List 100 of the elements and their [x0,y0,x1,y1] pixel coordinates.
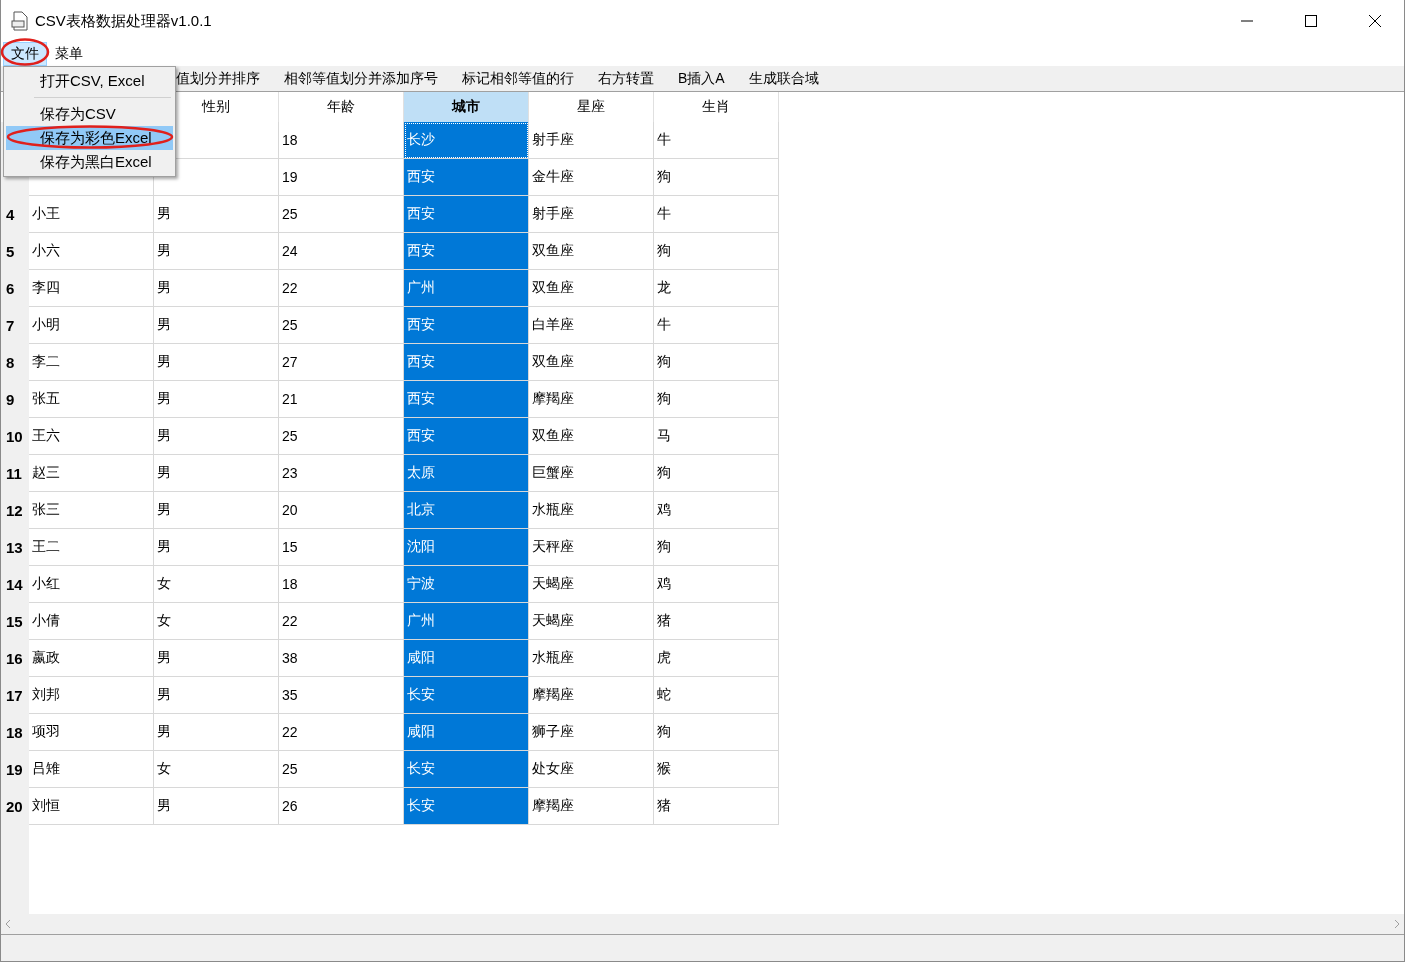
table-cell: 26 [279,788,404,825]
row-number[interactable]: 7 [1,307,29,344]
toolbar-item[interactable]: 右方转置 [598,70,654,88]
table-cell: 猴 [654,751,779,788]
row-number[interactable]: 15 [1,603,29,640]
toolbar-item[interactable]: B插入A [678,70,725,88]
row-number[interactable]: 14 [1,566,29,603]
table-cell: 女 [154,603,279,640]
row-number[interactable]: 9 [1,381,29,418]
table-cell: 沈阳 [404,529,529,566]
maximize-icon[interactable] [1305,15,1317,27]
document-icon [11,11,29,31]
table-cell: 鸡 [654,492,779,529]
table-cell: 天蝎座 [529,603,654,640]
table-cell: 男 [154,714,279,751]
table-cell: 25 [279,307,404,344]
table-cell: 北京 [404,492,529,529]
row-number[interactable]: 6 [1,270,29,307]
close-icon[interactable] [1369,15,1381,27]
toolbar-item[interactable]: 标记相邻等值的行 [462,70,574,88]
menu-item[interactable]: 打开CSV, Excel [6,69,173,93]
menu-item[interactable]: 菜单 [47,42,91,66]
table-cell: 刘恒 [29,788,154,825]
table-cell: 长安 [404,677,529,714]
table-cell: 男 [154,196,279,233]
table-cell: 西安 [404,381,529,418]
table-cell: 双鱼座 [529,233,654,270]
table-cell: 19 [279,159,404,196]
table-cell: 太原 [404,455,529,492]
table-cell: 18 [279,566,404,603]
row-number[interactable]: 17 [1,677,29,714]
table-cell: 摩羯座 [529,677,654,714]
table-cell: 摩羯座 [529,381,654,418]
table-cell: 女 [154,751,279,788]
toolbar-item[interactable]: 值划分并排序 [176,70,260,88]
table-cell: 女 [154,566,279,603]
table-cell: 22 [279,270,404,307]
table-cell: 西安 [404,196,529,233]
table-cell: 鸡 [654,566,779,603]
table-cell: 宁波 [404,566,529,603]
table-cell: 狗 [654,714,779,751]
table-cell: 咸阳 [404,714,529,751]
row-number[interactable]: 10 [1,418,29,455]
table-cell: 狗 [654,233,779,270]
table-cell: 24 [279,233,404,270]
row-number[interactable]: 16 [1,640,29,677]
table-cell: 长沙 [404,122,529,159]
table-cell: 双鱼座 [529,418,654,455]
table-cell: 男 [154,788,279,825]
scroll-right-icon[interactable] [1394,919,1400,929]
table-cell: 金牛座 [529,159,654,196]
table-cell: 项羽 [29,714,154,751]
table-cell: 刘邦 [29,677,154,714]
table-cell: 38 [279,640,404,677]
table-cell: 男 [154,677,279,714]
table-cell: 男 [154,233,279,270]
table-cell: 男 [154,381,279,418]
table-cell: 马 [654,418,779,455]
table-cell: 小明 [29,307,154,344]
row-number[interactable]: 13 [1,529,29,566]
window-title: CSV表格数据处理器v1.0.1 [35,11,213,31]
table-cell: 长安 [404,751,529,788]
table-cell: 处女座 [529,751,654,788]
table-cell: 李四 [29,270,154,307]
menu-item[interactable]: 保存为黑白Excel [6,150,173,174]
row-number[interactable]: 5 [1,233,29,270]
table-cell: 西安 [404,159,529,196]
annotation-ellipse [1,38,49,66]
table-cell: 25 [279,751,404,788]
table-cell: 咸阳 [404,640,529,677]
table-cell: 狗 [654,344,779,381]
table-cell: 21 [279,381,404,418]
table-cell: 15 [279,529,404,566]
table-cell: 双鱼座 [529,270,654,307]
table-cell: 张三 [29,492,154,529]
table-cell: 小六 [29,233,154,270]
table-cell: 狗 [654,159,779,196]
table-cell: 狗 [654,381,779,418]
scroll-left-icon[interactable] [5,919,11,929]
table-cell: 男 [154,640,279,677]
toolbar-item[interactable]: 相邻等值划分并添加序号 [284,70,438,88]
table-cell: 白羊座 [529,307,654,344]
row-number[interactable]: 4 [1,196,29,233]
table-cell: 男 [154,307,279,344]
table-cell: 嬴政 [29,640,154,677]
table-cell: 小王 [29,196,154,233]
row-number[interactable]: 12 [1,492,29,529]
row-number[interactable]: 19 [1,751,29,788]
row-number[interactable]: 18 [1,714,29,751]
table-cell: 27 [279,344,404,381]
row-number[interactable]: 8 [1,344,29,381]
table-cell: 小红 [29,566,154,603]
table-cell: 男 [154,418,279,455]
row-number[interactable]: 20 [1,788,29,825]
column-header[interactable]: 城市 [404,92,529,122]
table-cell: 长安 [404,788,529,825]
table-cell: 西安 [404,307,529,344]
table-cell: 广州 [404,270,529,307]
toolbar-item[interactable]: 生成联合域 [748,70,819,88]
row-number[interactable]: 11 [1,455,29,492]
